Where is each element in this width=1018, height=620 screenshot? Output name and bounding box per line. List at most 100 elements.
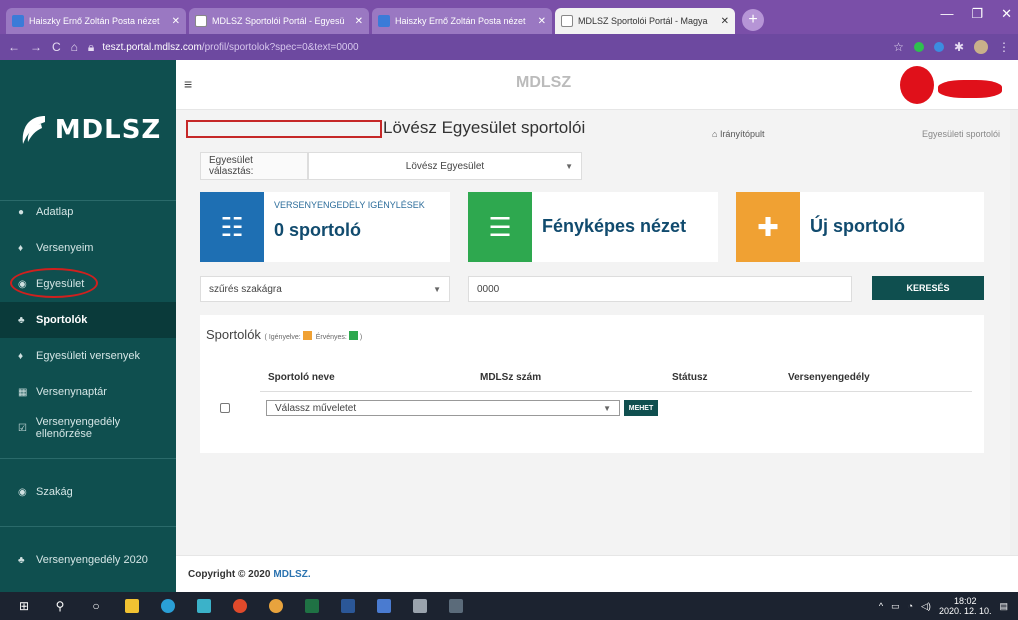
sidebar-item-versenyengedely-ellenorzese[interactable]: ☑ Versenyengedély ellenőrzése <box>0 410 176 446</box>
cortana-icon[interactable]: ○ <box>82 592 110 620</box>
outlook-icon <box>378 15 390 27</box>
battery-icon[interactable]: ▭ <box>891 601 900 612</box>
users-icon: ♣ <box>18 314 25 326</box>
avatar[interactable] <box>974 40 988 54</box>
column-header-mdlsz-number[interactable]: MDLSz szám <box>480 372 541 383</box>
breadcrumb-current: Egyesületi sportolói <box>922 129 1001 139</box>
clock[interactable]: 18:02 2020. 12. 10. <box>939 596 992 616</box>
legend: ( Igényelve: Érvényes:) <box>265 331 362 341</box>
system-tray: ^ ▭ ◔ ◁) 18:02 2020. 12. 10. ▤ <box>879 592 1008 620</box>
requests-card[interactable]: ☷ VERSENYENGEDÉLY IGÉNYLÉSEK 0 sportoló <box>200 192 450 262</box>
reload-icon[interactable]: C <box>52 40 61 54</box>
search-button[interactable]: KERESÉS <box>872 276 984 300</box>
divider <box>0 526 176 527</box>
forward-icon[interactable]: → <box>30 40 42 54</box>
sidebar-logo[interactable]: MDLSZ <box>0 60 176 200</box>
redaction-box <box>186 120 382 138</box>
browser-tab-bar: Haiszky Ernő Zoltán Posta nézet ✕ MDLSZ S… <box>0 0 1018 34</box>
window-controls: — ❐ ✕ <box>940 6 1012 22</box>
scrollbar[interactable] <box>1010 110 1018 592</box>
new-tab-button[interactable]: + <box>742 9 764 31</box>
chevron-up-icon[interactable]: ^ <box>879 601 883 611</box>
url-field[interactable]: teszt.portal.mdlsz.com/profil/sportolok?… <box>102 42 893 53</box>
users-icon: ♣ <box>18 554 25 566</box>
users-icon: ☷ <box>200 192 264 262</box>
select-all-checkbox[interactable] <box>220 403 230 413</box>
volume-icon[interactable]: ◁) <box>921 601 931 612</box>
breadcrumb-home[interactable]: ⌂ Irányítópult <box>712 129 764 139</box>
sidebar-item-versenyengedely-2020[interactable]: ♣ Versenyengedély 2020 <box>0 542 176 578</box>
chevron-down-icon: ▼ <box>603 403 611 413</box>
trophy-icon: ♦ <box>18 242 24 254</box>
browser-tab-active[interactable]: MDLSZ Sportolói Portál - Magya ✕ <box>555 8 735 34</box>
excel-icon[interactable] <box>298 592 326 620</box>
divider <box>260 391 972 392</box>
close-window-icon[interactable]: ✕ <box>1001 6 1012 22</box>
list-icon: ☰ <box>468 192 532 262</box>
sidebar-item-sportolok[interactable]: ♣ Sportolók <box>0 302 176 338</box>
sidebar: MDLSZ ● Adatlap ♦ Versenyeim ◉ Egyesület ♣ S… <box>0 60 176 592</box>
action-select[interactable]: Válassz műveletet ▼ <box>266 400 620 416</box>
sidebar-item-szakag[interactable]: ◉ Szakág <box>0 474 176 510</box>
outlook-icon <box>12 15 24 27</box>
app-icon[interactable] <box>226 592 254 620</box>
page-title: Lövész Egyesület sportolói <box>383 118 586 137</box>
close-icon[interactable]: ✕ <box>538 16 546 27</box>
extension-icon[interactable] <box>913 42 924 52</box>
search-icon[interactable]: ⚲ <box>46 592 74 620</box>
calculator-icon[interactable] <box>442 592 470 620</box>
browser-tab[interactable]: Haiszky Ernő Zoltán Posta nézet ✕ <box>372 8 552 34</box>
extensions: ☆ ✱ ⋮ <box>893 40 1010 54</box>
column-header-status[interactable]: Státusz <box>672 372 708 383</box>
app-icon[interactable] <box>370 592 398 620</box>
chevron-down-icon: ▼ <box>433 284 441 294</box>
top-bar: ≡ MDLSZ <box>176 60 1018 110</box>
redaction-mark <box>900 66 934 104</box>
extension-icon[interactable] <box>933 42 944 52</box>
address-bar: ← → C ⌂ 🔒︎ teszt.portal.mdlsz.com/profil… <box>0 34 1018 60</box>
sidebar-item-versenyeim[interactable]: ♦ Versenyeim <box>0 230 176 266</box>
close-icon[interactable]: ✕ <box>721 16 729 27</box>
redaction-mark <box>938 80 1002 98</box>
taskbar: ⊞ ⚲ ○ ^ ▭ ◔ ◁) 18:02 2020. 12. 10. ▤ <box>0 592 1018 620</box>
sidebar-item-versenynaptar[interactable]: ▦ Versenynaptár <box>0 374 176 410</box>
check-square-icon: ☑ <box>18 422 27 434</box>
column-header-name[interactable]: Sportoló neve <box>268 372 335 383</box>
home-icon: ⌂ <box>712 129 720 139</box>
sidebar-item-adatlap[interactable]: ● Adatlap <box>0 194 176 230</box>
star-icon[interactable]: ☆ <box>893 40 904 54</box>
menu-icon[interactable]: ⋮ <box>998 40 1010 54</box>
new-athlete-card[interactable]: ✚ Új sportoló <box>736 192 984 262</box>
file-explorer-icon[interactable] <box>118 592 146 620</box>
search-input[interactable]: 0000 <box>468 276 852 302</box>
wifi-icon[interactable]: ◔ <box>908 601 913 611</box>
maximize-icon[interactable]: ❐ <box>971 6 983 22</box>
hamburger-menu-icon[interactable]: ≡ <box>184 76 192 92</box>
browser-tab[interactable]: MDLSZ Sportolói Portál - Egyesü ✕ <box>189 8 369 34</box>
sidebar-item-egyesuleti-versenyek[interactable]: ♦ Egyesületi versenyek <box>0 338 176 374</box>
column-header-license[interactable]: Versenyengedély <box>788 372 870 383</box>
puzzle-icon[interactable]: ✱ <box>954 40 964 54</box>
close-icon[interactable]: ✕ <box>172 16 180 27</box>
browser-tab[interactable]: Haiszky Ernő Zoltán Posta nézet ✕ <box>6 8 186 34</box>
photo-view-card[interactable]: ☰ Fényképes nézet <box>468 192 718 262</box>
app-icon[interactable] <box>190 592 218 620</box>
start-icon[interactable]: ⊞ <box>10 592 38 620</box>
discipline-filter-select[interactable]: szűrés szakágra ▼ <box>200 276 450 302</box>
go-button[interactable]: MEHET <box>624 400 658 416</box>
close-icon[interactable]: ✕ <box>355 16 363 27</box>
home-icon[interactable]: ⌂ <box>71 40 78 54</box>
notification-icon[interactable]: ▤ <box>999 601 1008 612</box>
panel-title: Sportolók ( Igényelve: Érvényes:) <box>206 327 363 342</box>
app-icon[interactable] <box>406 592 434 620</box>
legend-orange-swatch <box>302 331 312 340</box>
chrome-icon[interactable] <box>262 592 290 620</box>
minimize-icon[interactable]: — <box>940 6 953 22</box>
circle-icon: ◉ <box>18 486 27 498</box>
back-icon[interactable]: ← <box>8 40 20 54</box>
edge-icon[interactable] <box>154 592 182 620</box>
club-select-label: Egyesület választás: <box>200 152 308 180</box>
word-icon[interactable] <box>334 592 362 620</box>
club-select[interactable]: Lövész Egyesület ▼ <box>308 152 582 180</box>
user-plus-icon: ✚ <box>736 192 800 262</box>
